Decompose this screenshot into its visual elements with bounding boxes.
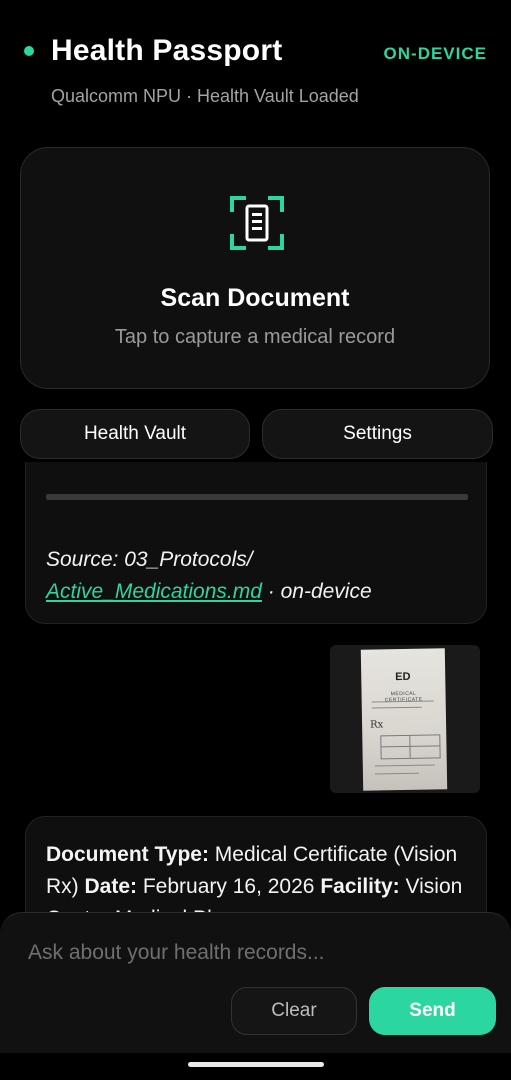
chat-composer: Clear Send bbox=[0, 912, 511, 1053]
document-line bbox=[374, 772, 419, 775]
document-logo: ED bbox=[395, 670, 411, 684]
document-line bbox=[371, 706, 422, 709]
document-table bbox=[380, 734, 441, 760]
status-dot bbox=[24, 46, 34, 56]
document-scan-icon bbox=[230, 196, 284, 250]
source-file-link[interactable]: Active_Medications.md bbox=[46, 580, 262, 603]
date-label: Date: bbox=[84, 875, 138, 898]
scan-document-card[interactable]: Scan Document Tap to capture a medical r… bbox=[20, 147, 490, 389]
settings-button[interactable]: Settings bbox=[262, 409, 493, 459]
facility-label: Facility: bbox=[320, 875, 400, 898]
app-screen: Health Passport ON-DEVICE Qualcomm NPU ·… bbox=[0, 0, 511, 1080]
ask-input[interactable] bbox=[26, 935, 490, 971]
source-suffix: · on-device bbox=[261, 580, 372, 603]
document-rx-mark: Rx bbox=[369, 719, 384, 731]
app-title: Health Passport bbox=[51, 34, 283, 67]
health-vault-button[interactable]: Health Vault bbox=[20, 409, 250, 459]
divider bbox=[46, 494, 468, 500]
source-citation: Source: 03_Protocols/ Active_Medications… bbox=[46, 544, 372, 608]
app-subtitle: Qualcomm NPU · Health Vault Loaded bbox=[51, 86, 359, 106]
date-value: February 16, 2026 bbox=[137, 875, 315, 898]
response-card: Source: 03_Protocols/ Active_Medications… bbox=[25, 462, 487, 624]
scan-document-subtitle: Tap to capture a medical record bbox=[114, 326, 396, 348]
send-button[interactable]: Send bbox=[369, 987, 496, 1035]
scan-document-title: Scan Document bbox=[160, 284, 350, 312]
captured-document-thumbnail[interactable]: ED MEDICAL CERTIFICATE Rx bbox=[330, 645, 480, 793]
document-type-label: Document Type: bbox=[46, 843, 209, 866]
on-device-badge: ON-DEVICE bbox=[383, 44, 487, 63]
home-indicator[interactable] bbox=[188, 1062, 324, 1067]
source-prefix: Source: 03_Protocols/ bbox=[46, 548, 253, 571]
clear-button[interactable]: Clear bbox=[231, 987, 357, 1035]
document-line bbox=[374, 764, 435, 767]
document-paper: ED MEDICAL CERTIFICATE Rx bbox=[360, 648, 448, 791]
